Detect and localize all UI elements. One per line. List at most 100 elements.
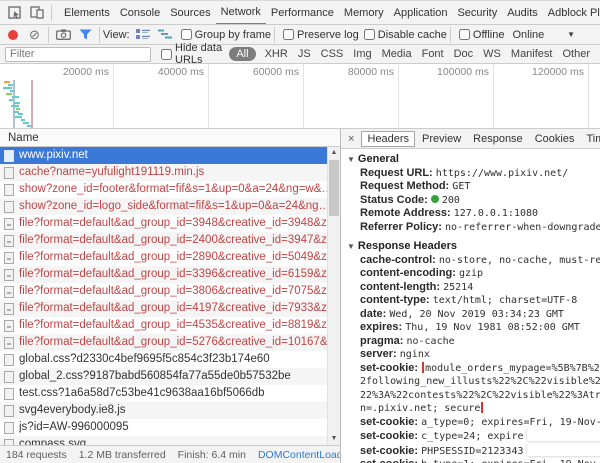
- hide-data-urls-label[interactable]: Hide data URLs: [175, 42, 225, 66]
- device-toolbar-icon[interactable]: [30, 6, 44, 19]
- filter-type-font[interactable]: Font: [422, 48, 444, 60]
- scroll-up-arrow[interactable]: ▲: [328, 147, 340, 159]
- request-row[interactable]: global_2.css?9187babd560854fa77a55de0b57…: [0, 368, 327, 385]
- filter-input[interactable]: [5, 47, 151, 62]
- group-by-frame-label[interactable]: Group by frame: [195, 29, 271, 41]
- tab-adblock-plus[interactable]: Adblock Plus: [543, 1, 600, 25]
- offline-checkbox[interactable]: [459, 29, 470, 40]
- request-row[interactable]: show?zone_id=footer&format=fif&s=1&up=0&…: [0, 181, 327, 198]
- tab-cookies[interactable]: Cookies: [530, 132, 580, 146]
- network-toolbar: ⊘ View: Group by frame Preserve log Disa…: [0, 25, 600, 45]
- tab-security[interactable]: Security: [452, 1, 502, 25]
- request-row[interactable]: compass.svg: [0, 436, 327, 445]
- tab-elements[interactable]: Elements: [59, 1, 115, 25]
- devtools-left-icons: [0, 5, 59, 21]
- filter-type-media[interactable]: Media: [382, 48, 412, 60]
- tab-response[interactable]: Response: [468, 132, 528, 146]
- request-list-scrollbar[interactable]: ▲ ▼: [327, 147, 340, 445]
- throttling-select[interactable]: Online: [512, 29, 544, 41]
- timeline-column: 100000 ms: [399, 64, 494, 128]
- record-button[interactable]: [8, 30, 18, 40]
- tab-network[interactable]: Network: [216, 1, 266, 25]
- general-section-header[interactable]: ▼General: [347, 153, 600, 167]
- request-row[interactable]: www.pixiv.net: [0, 147, 327, 164]
- network-status-bar: 184 requests 1.2 MB transferred Finish: …: [0, 445, 340, 463]
- filter-type-xhr[interactable]: XHR: [265, 48, 288, 60]
- file-icon: [4, 269, 14, 281]
- requests-count: 184 requests: [6, 449, 67, 461]
- request-row[interactable]: file?format=default&ad_group_id=4197&cre…: [0, 300, 327, 317]
- divider: [99, 27, 100, 43]
- filter-icon[interactable]: [79, 29, 92, 40]
- hide-data-urls-checkbox[interactable]: [161, 49, 172, 60]
- filter-type-css[interactable]: CSS: [321, 48, 344, 60]
- tab-timing[interactable]: Timing: [581, 132, 600, 146]
- request-row[interactable]: file?format=default&ad_group_id=4535&cre…: [0, 317, 327, 334]
- filter-type-all[interactable]: All: [229, 47, 255, 61]
- request-row[interactable]: svg4everybody.ie8.js: [0, 402, 327, 419]
- filter-type-manifest[interactable]: Manifest: [511, 48, 553, 60]
- preserve-log-label[interactable]: Preserve log: [297, 29, 359, 41]
- timeline-column: 80000 ms: [304, 64, 399, 128]
- network-overview[interactable]: 20000 ms 40000 ms 60000 ms 80000 ms 1000…: [0, 64, 600, 129]
- request-row[interactable]: file?format=default&ad_group_id=3948&cre…: [0, 215, 327, 232]
- response-headers-section-header[interactable]: ▼Response Headers: [347, 240, 600, 254]
- tab-application[interactable]: Application: [389, 1, 453, 25]
- request-list-panel: Name www.pixiv.net cache?name=yufulight1…: [0, 129, 340, 463]
- transferred-size: 1.2 MB transferred: [79, 449, 166, 461]
- capture-screenshots-icon[interactable]: [56, 29, 71, 40]
- header-line: pragma: no-cache: [347, 335, 600, 349]
- filter-type-ws[interactable]: WS: [483, 48, 501, 60]
- request-row[interactable]: global.css?d2330c4bef9695f5c854c3f23b174…: [0, 351, 327, 368]
- tab-console[interactable]: Console: [115, 1, 165, 25]
- request-row[interactable]: file?format=default&ad_group_id=3396&cre…: [0, 266, 327, 283]
- tab-headers[interactable]: Headers: [361, 131, 415, 147]
- request-row[interactable]: file?format=default&ad_group_id=2890&cre…: [0, 249, 327, 266]
- stylesheet-icon: [4, 371, 14, 383]
- header-line: date: Wed, 20 Nov 2019 03:34:23 GMT: [347, 308, 600, 322]
- close-icon[interactable]: ×: [341, 133, 361, 145]
- request-row[interactable]: file?format=default&ad_group_id=3806&cre…: [0, 283, 327, 300]
- request-row[interactable]: js?id=AW-996000095: [0, 419, 327, 436]
- request-row[interactable]: file?format=default&ad_group_id=5276&cre…: [0, 334, 327, 351]
- name-column-header[interactable]: Name: [0, 129, 340, 147]
- header-line-continuation: 22%3A%22contests%22%2C%22visible%22%3Atr…: [347, 389, 600, 403]
- tab-performance[interactable]: Performance: [266, 1, 339, 25]
- clear-icon[interactable]: ⊘: [29, 28, 40, 41]
- waterfall-overview[interactable]: [1, 80, 47, 128]
- divider: [274, 27, 275, 43]
- show-overview-icon[interactable]: [158, 29, 172, 40]
- chevron-down-icon[interactable]: ▼: [567, 30, 575, 39]
- request-row[interactable]: show?zone_id=logo_side&format=fif&s=1&up…: [0, 198, 327, 215]
- document-icon: [4, 150, 14, 162]
- tab-memory[interactable]: Memory: [339, 1, 389, 25]
- request-row[interactable]: file?format=default&ad_group_id=2400&cre…: [0, 232, 327, 249]
- scrollbar-thumb[interactable]: [329, 160, 339, 216]
- disable-cache-label[interactable]: Disable cache: [378, 29, 447, 41]
- filter-type-img[interactable]: Img: [353, 48, 371, 60]
- filter-type-js[interactable]: JS: [298, 48, 311, 60]
- filter-type-doc[interactable]: Doc: [454, 48, 474, 60]
- disable-cache-checkbox[interactable]: [364, 29, 375, 40]
- header-line: content-type: text/html; charset=UTF-8: [347, 294, 600, 308]
- request-row[interactable]: test.css?1a6a58d7c53be41c9638aa16bf5066d…: [0, 385, 327, 402]
- offline-label[interactable]: Offline: [473, 29, 505, 41]
- tab-preview[interactable]: Preview: [417, 132, 466, 146]
- devtools-window: Elements Console Sources Network Perform…: [0, 0, 600, 463]
- redacted-area: [527, 429, 600, 441]
- group-by-frame-checkbox[interactable]: [181, 29, 192, 40]
- scroll-down-arrow[interactable]: ▼: [328, 433, 340, 445]
- script-icon: [4, 167, 14, 179]
- inspect-element-icon[interactable]: [8, 6, 22, 20]
- file-icon: [4, 303, 14, 315]
- tab-sources[interactable]: Sources: [165, 1, 215, 25]
- request-row[interactable]: cache?name=yufulight191119.min.js: [0, 164, 327, 181]
- stylesheet-icon: [4, 388, 14, 400]
- preserve-log-checkbox[interactable]: [283, 29, 294, 40]
- tab-audits[interactable]: Audits: [502, 1, 543, 25]
- filter-type-other[interactable]: Other: [562, 48, 590, 60]
- header-line: content-encoding: gzip: [347, 267, 600, 281]
- header-line: set-cookie: PHPSESSID=2123343Fo: [347, 444, 600, 459]
- timeline-column: 60000 ms: [209, 64, 304, 128]
- large-request-rows-icon[interactable]: [136, 29, 150, 40]
